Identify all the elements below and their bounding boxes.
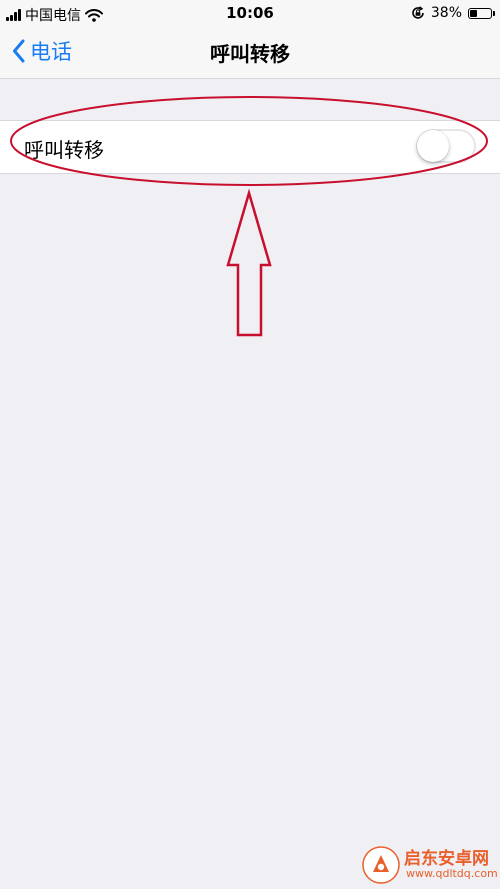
orientation-lock-icon	[412, 6, 424, 19]
call-forwarding-toggle[interactable]	[416, 129, 476, 163]
battery-icon	[468, 7, 495, 19]
battery-fill	[470, 9, 477, 17]
settings-group: 呼叫转移	[0, 120, 500, 174]
watermark-url: www.qdltdq.com	[406, 867, 498, 880]
watermark-logo-icon	[362, 846, 400, 884]
status-right: 38%	[411, 5, 495, 21]
watermark: 启东安卓网 www.qdltdq.com	[362, 844, 498, 886]
battery-percent: 38%	[430, 5, 462, 21]
page-title: 呼叫转移	[210, 42, 290, 66]
status-bar: 中国电信 10:06 38%	[0, 0, 500, 28]
navigation-bar: 电话 呼叫转移	[0, 28, 500, 79]
arrow-up-icon	[226, 188, 272, 337]
call-forwarding-label: 呼叫转移	[24, 138, 104, 162]
watermark-name: 启东安卓网	[404, 849, 489, 869]
toggle-knob	[417, 130, 449, 162]
